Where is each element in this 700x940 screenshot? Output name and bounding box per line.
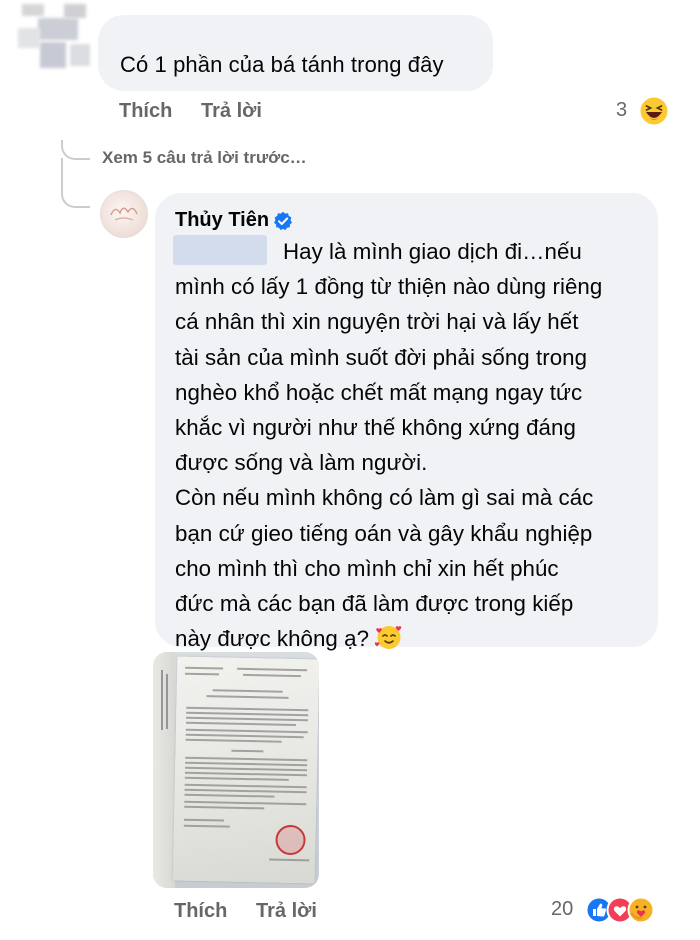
reply-line: này được không ạ? <box>175 626 370 652</box>
author-name[interactable]: Thủy Tiên <box>175 209 269 232</box>
attached-document-photo[interactable] <box>153 652 319 888</box>
author-avatar[interactable] <box>100 190 148 238</box>
reply-line: Còn nếu mình không có làm gì sai mà các <box>175 485 594 511</box>
reply-action[interactable]: Trả lời <box>256 900 317 923</box>
comment-text: Có 1 phần của bá tánh trong đây <box>120 52 444 77</box>
haha-emoji-icon[interactable] <box>638 95 670 127</box>
reply-line: mình có lấy 1 đồng từ thiện nào dùng riê… <box>175 274 603 300</box>
view-previous-replies-link[interactable]: Xem 5 câu trả lời trước… <box>102 148 307 168</box>
reply-line: được sống và làm người. <box>175 450 428 476</box>
care-icon <box>627 896 655 924</box>
reaction-count[interactable]: 3 <box>616 99 627 122</box>
red-seal-stamp <box>275 824 306 856</box>
reply-line: đức mà các bạn đã làm được trong kiếp <box>175 591 574 617</box>
reply-text: Hay là mình giao dịch đi…nếu mình có lấy… <box>175 234 655 656</box>
reply-line: cho mình thì cho mình chỉ xin hết phúc <box>175 555 559 581</box>
like-action[interactable]: Thích <box>174 900 227 923</box>
reply-line: cá nhân thì xin nguyện trời hại và lấy h… <box>175 309 579 335</box>
smiling-face-with-hearts-icon <box>375 626 402 650</box>
reply-line: tài sản của mình suốt đời phải sống tron… <box>175 344 588 370</box>
reply-line: khắc vì người như thế không xứng đáng <box>175 415 576 441</box>
thread-line <box>61 140 90 160</box>
reaction-icons[interactable] <box>585 896 669 926</box>
commenter-avatar-blurred[interactable] <box>8 0 98 75</box>
like-action[interactable]: Thích <box>119 100 172 123</box>
verified-badge-icon <box>274 211 292 231</box>
reaction-count[interactable]: 20 <box>551 898 573 921</box>
reply-line: bạn cứ gieo tiếng oán và gây khẩu nghiệp <box>175 520 593 546</box>
thread-line <box>61 158 90 208</box>
reply-action[interactable]: Trả lời <box>201 100 262 123</box>
comment-bubble: Có 1 phần của bá tánh trong đây <box>98 15 493 91</box>
reply-line: nghèo khổ hoặc chết mất mạng ngay tức <box>175 379 583 405</box>
reply-line: Hay là mình giao dịch đi…nếu <box>283 239 582 264</box>
